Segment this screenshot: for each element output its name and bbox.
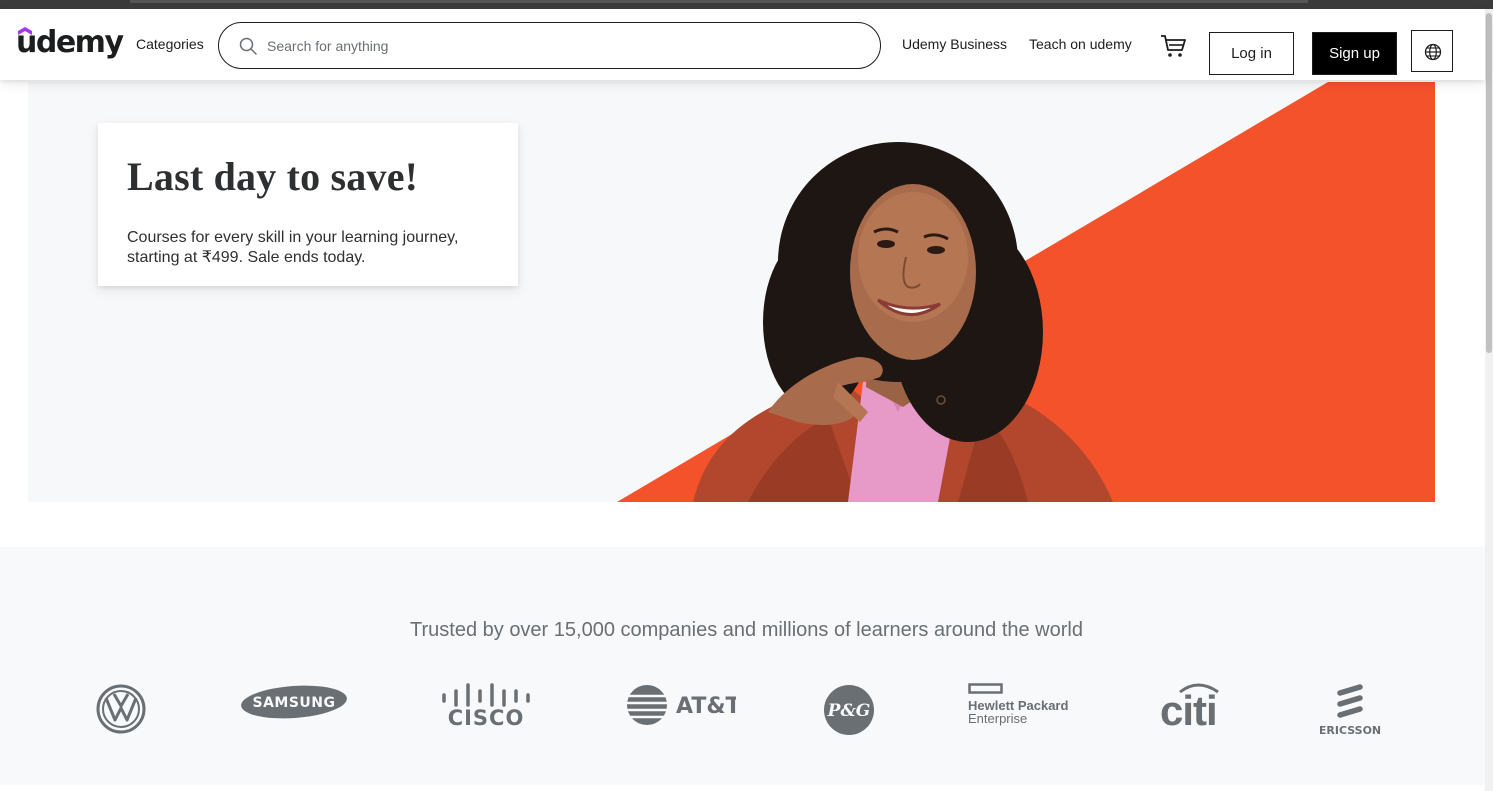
cisco-logo-text: CISCO xyxy=(448,706,525,728)
search-bar[interactable] xyxy=(218,22,881,69)
page-scrollbar[interactable] xyxy=(1485,9,1493,791)
cisco-logo: CISCO xyxy=(442,683,530,728)
promo-subtitle: Courses for every skill in your learning… xyxy=(127,229,459,266)
citi-logo: citi xyxy=(1160,683,1219,730)
login-button[interactable]: Log in xyxy=(1209,32,1294,75)
samsung-logo-text: SAMSUNG xyxy=(252,695,335,711)
samsung-logo: SAMSUNG xyxy=(241,685,347,719)
bottom-strip xyxy=(0,785,1485,791)
globe-icon xyxy=(1424,43,1442,61)
categories-link[interactable]: Categories xyxy=(136,36,204,52)
promo-card: Last day to save! Courses for every skil… xyxy=(98,123,518,286)
search-icon[interactable] xyxy=(239,37,257,55)
hpe-logo-text-2: Enterprise xyxy=(968,711,1027,726)
citi-logo-text: citi xyxy=(1160,687,1217,730)
teach-on-udemy-link[interactable]: Teach on udemy xyxy=(1029,36,1132,52)
ericsson-logo: ERICSSON xyxy=(1320,684,1381,737)
browser-top-strip xyxy=(0,0,1493,9)
site-header: udemy Categories Udemy Business Teach on… xyxy=(0,9,1485,80)
hpe-logo: Hewlett Packard Enterprise xyxy=(968,683,1068,726)
volkswagen-logo xyxy=(96,684,146,734)
pg-logo: P&G xyxy=(824,685,874,735)
att-logo: AT&T xyxy=(627,685,736,725)
pg-logo-text: P&G xyxy=(827,701,871,721)
scrollbar-thumb[interactable] xyxy=(1486,13,1492,353)
ericsson-logo-text: ERICSSON xyxy=(1320,724,1381,737)
trusted-companies-section: Trusted by over 15,000 companies and mil… xyxy=(0,547,1485,785)
language-button[interactable] xyxy=(1411,30,1453,72)
att-logo-text: AT&T xyxy=(676,694,736,719)
udemy-business-link[interactable]: Udemy Business xyxy=(902,36,1007,52)
signup-button[interactable]: Sign up xyxy=(1312,32,1397,75)
trusted-tagline: Trusted by over 15,000 companies and mil… xyxy=(410,619,1083,641)
logo-wordmark: udemy xyxy=(16,25,124,60)
promo-title: Last day to save! xyxy=(127,154,419,199)
cart-icon[interactable] xyxy=(1160,33,1186,59)
search-input[interactable] xyxy=(267,33,857,59)
